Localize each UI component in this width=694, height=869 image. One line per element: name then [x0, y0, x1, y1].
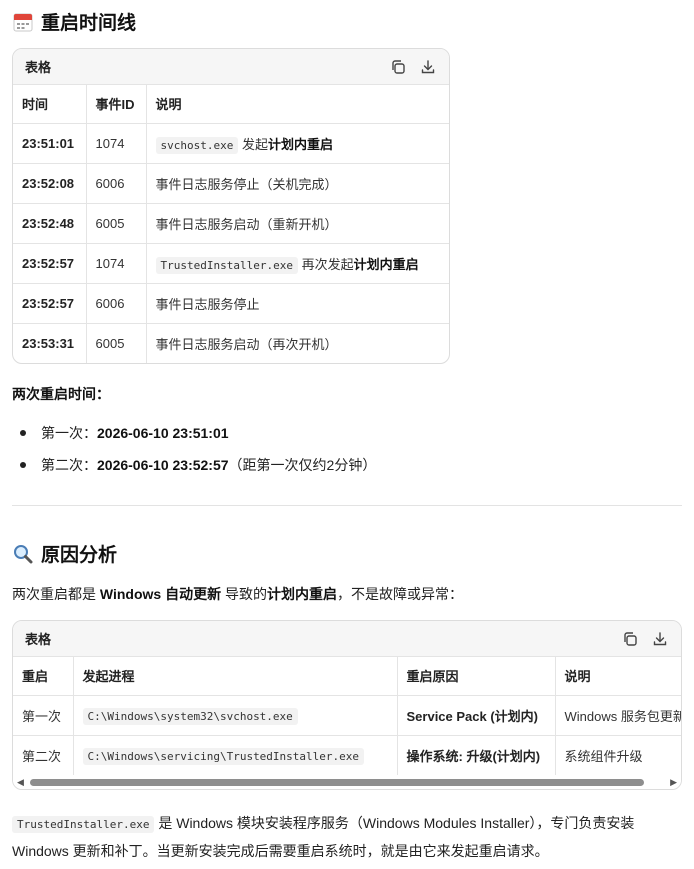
copy-icon[interactable] [389, 58, 407, 76]
divider [12, 505, 682, 506]
column-header-restart: 重启 [13, 657, 74, 696]
section-heading-timeline: 重启时间线 [12, 8, 136, 35]
cell-reason: 操作系统: 升级(计划内) [397, 735, 556, 775]
note-paragraph: TrustedInstaller.exe 是 Windows 模块安装程序服务（… [12, 815, 635, 859]
cell-process: C:\Windows\system32\svchost.exe [73, 695, 398, 736]
table-row: 23:52:48 6005 事件日志服务启动（重新开机） [13, 203, 449, 244]
cell-restart: 第二次 [13, 735, 74, 775]
timeline-table: 时间 事件ID 说明 23:51:01 1074 svchost.exe 发起计… [13, 85, 449, 363]
cell-description: 事件日志服务启动（重新开机） [146, 203, 449, 244]
table-row: 第一次 C:\Windows\system32\svchost.exe Serv… [13, 695, 681, 736]
cell-time: 23:52:57 [13, 283, 87, 324]
cell-time: 23:51:01 [13, 123, 87, 164]
table-row: 23:52:08 6006 事件日志服务停止（关机完成） [13, 163, 449, 204]
column-header-reason: 重启原因 [397, 657, 556, 696]
download-icon[interactable] [651, 630, 669, 648]
horizontal-scrollbar[interactable]: ◀ ▶ [13, 775, 681, 789]
cell-text: 发起 [238, 136, 268, 152]
column-header-event-id: 事件ID [86, 85, 147, 124]
scroll-right-icon[interactable]: ▶ [670, 777, 677, 788]
table-header-row: 时间 事件ID 说明 [13, 85, 449, 124]
scroll-left-icon[interactable]: ◀ [17, 777, 24, 788]
column-header-description: 说明 [146, 85, 449, 124]
download-icon[interactable] [419, 58, 437, 76]
cell-description: Windows 服务包更新 [555, 695, 681, 736]
list-item: 第二次：2026-06-10 23:52:57（距第一次仅约2分钟） [12, 449, 672, 481]
table-header-row: 重启 发起进程 重启原因 说明 [13, 657, 681, 696]
cell-description: 事件日志服务启动（再次开机） [155, 336, 338, 352]
table-card-title: 表格 [25, 632, 52, 647]
cell-description: 事件日志服务停止 [146, 283, 449, 324]
copy-icon[interactable] [621, 630, 639, 648]
cell-event-id: 6005 [86, 203, 147, 244]
cell-event-id: 6006 [86, 283, 147, 324]
cell-bold-text: 计划内重启 [353, 256, 419, 272]
restart-times-label: 两次重启时间： [12, 386, 110, 402]
column-header-process: 发起进程 [73, 657, 398, 696]
table-row: 23:52:57 6006 事件日志服务停止 [13, 283, 449, 324]
cell-event-id: 1074 [86, 123, 147, 164]
cell-description: svchost.exe 发起计划内重启 [146, 123, 449, 164]
list-item: 第一次：2026-06-10 23:51:01 [12, 417, 672, 449]
page: 重启时间线 表格 时间 事件ID 说明 23:51:01 1074 svchos… [0, 0, 694, 869]
magnifier-icon [12, 543, 34, 565]
timeline-table-card: 表格 时间 事件ID 说明 23:51:01 1074 svchost.exe … [12, 48, 450, 364]
section-heading-text: 原因分析 [41, 545, 118, 566]
table-card-header: 表格 [13, 621, 681, 657]
inline-code: TrustedInstaller.exe [155, 256, 298, 274]
inline-code: TrustedInstaller.exe [12, 816, 155, 833]
column-header-time: 时间 [13, 85, 87, 124]
table-row: 23:52:57 1074 TrustedInstaller.exe 再次发起计… [13, 243, 449, 284]
table-card-header: 表格 [13, 49, 449, 85]
cell-restart: 第一次 [13, 695, 74, 736]
restart-times-list: 第一次：2026-06-10 23:51:01 第二次：2026-06-10 2… [12, 417, 672, 481]
table-row: 第二次 C:\Windows\servicing\TrustedInstalle… [13, 735, 681, 775]
cell-bold-text: 计划内重启 [267, 136, 333, 152]
table-row: 23:51:01 1074 svchost.exe 发起计划内重启 [13, 123, 449, 164]
cell-text: 再次发起 [297, 256, 354, 272]
cell-time: 23:52:08 [13, 163, 87, 204]
scrollbar-thumb[interactable] [30, 779, 644, 786]
process-table: 重启 发起进程 重启原因 说明 第一次 C:\Windows\system32\… [13, 657, 681, 775]
cell-description: 系统组件升级 [564, 748, 643, 764]
inline-code: svchost.exe [155, 136, 239, 154]
cell-description: 事件日志服务停止（关机完成） [146, 163, 449, 204]
section-heading-cause: 原因分析 [12, 540, 117, 567]
cell-process: C:\Windows\servicing\TrustedInstaller.ex… [73, 735, 398, 775]
cell-description: TrustedInstaller.exe 再次发起计划内重启 [146, 243, 449, 284]
table-scroll-area[interactable]: 重启 发起进程 重启原因 说明 第一次 C:\Windows\system32\… [13, 657, 681, 775]
cell-event-id: 6005 [86, 323, 147, 363]
cell-event-id: 1074 [86, 243, 147, 284]
cell-time: 23:52:48 [13, 203, 87, 244]
cell-event-id: 6006 [86, 163, 147, 204]
calendar-icon [12, 11, 34, 33]
section-heading-text: 重启时间线 [41, 13, 137, 34]
table-card-title: 表格 [25, 60, 52, 75]
column-header-description: 说明 [555, 657, 681, 696]
cause-paragraph: 两次重启都是 Windows 自动更新 导致的计划内重启，不是故障或异常： [12, 586, 463, 602]
table-row: 23:53:31 6005 事件日志服务启动（再次开机） [13, 323, 449, 363]
process-table-card: 表格 重启 发起进程 重启原因 说明 第一次 C:\Windows\system… [12, 620, 682, 790]
cell-time: 23:52:57 [13, 243, 87, 284]
cell-reason: Service Pack (计划内) [397, 695, 556, 736]
cell-time: 23:53:31 [13, 323, 87, 363]
